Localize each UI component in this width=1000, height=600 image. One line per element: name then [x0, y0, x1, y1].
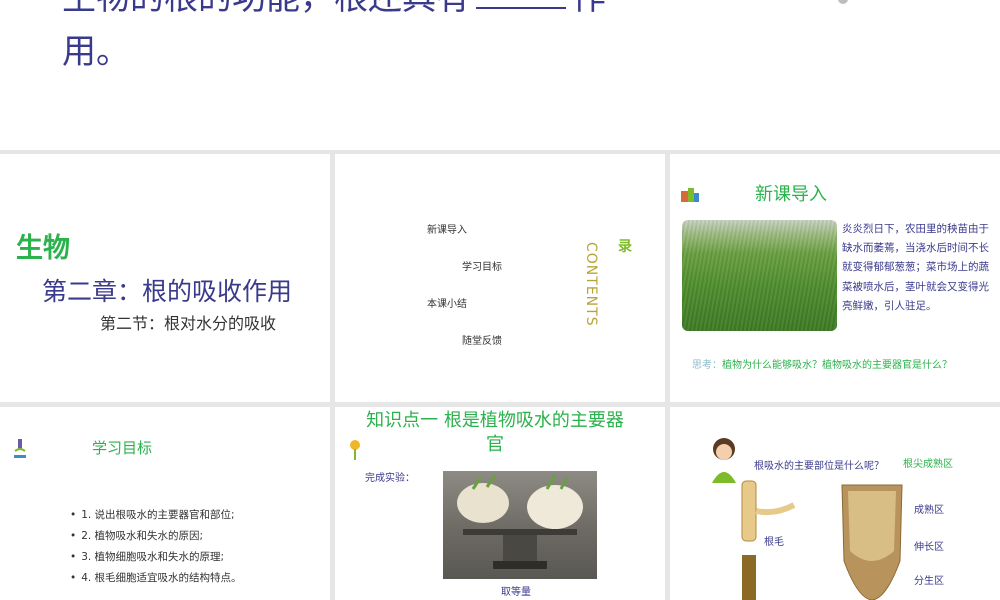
top-text-line2: 用。: [62, 32, 130, 72]
slide-thumbnail-goals[interactable]: 学习目标 1. 说出根吸水的主要器官和部位; 2. 植物吸水和失水的原因; 3.…: [0, 407, 330, 600]
chapter-title: 第二章：根的吸收作用: [42, 277, 293, 306]
zone-label: 分生区: [914, 576, 944, 587]
top-text-pre: 生物的根的功能，根还具有: [62, 0, 470, 18]
list-item: 1. 说出根吸水的主要器官和部位;: [70, 505, 242, 526]
slide-thumbnail-intro[interactable]: 新课导入 炎炎烈日下，农田里的秧苗由于缺水而萎蔫，当浇水后时间不长就变得郁郁葱葱…: [670, 154, 1000, 402]
top-text-post: 作: [572, 0, 606, 18]
contents-heading-vertical: CONTENTS: [583, 242, 599, 327]
list-item: 2. 植物吸水和失水的原因;: [70, 526, 242, 547]
books-icon: [681, 188, 699, 202]
contents-item: 随堂反馈: [462, 336, 502, 347]
flower-icon: [350, 440, 360, 460]
contents-heading-char: 录: [618, 239, 632, 255]
list-item: 3. 植物细胞吸水和失水的原理;: [70, 547, 242, 568]
answer-text: 根尖成熟区: [903, 459, 953, 470]
think-question-line: 思考：植物为什么能够吸水？植物吸水的主要器官是什么？: [692, 356, 952, 371]
question-text: 根吸水的主要部位是什么呢？: [754, 461, 884, 472]
think-question: 植物为什么能够吸水？植物吸水的主要器官是什么？: [722, 360, 952, 371]
top-slide-fragment[interactable]: 生物的根的功能，根还具有 作 用。: [0, 0, 1000, 150]
slide-thumbnail-contents[interactable]: 新课导入 学习目标 本课小结 随堂反馈 录 CONTENTS: [335, 154, 665, 402]
slide-thumbnail-root-tip[interactable]: 根吸水的主要部位是什么呢？ 根尖成熟区 根毛 成熟区 伸长区 分生区: [670, 407, 1000, 600]
slide-title: 学习目标: [92, 439, 153, 457]
slide-thumbnail-knowledge-point[interactable]: 知识点一 根是植物吸水的主要器官 完成实验： 取等量: [335, 407, 665, 600]
section-title: 第二节：根对水分的吸收: [100, 314, 277, 333]
slide-title: 知识点一 根是植物吸水的主要器官: [366, 410, 624, 455]
root-tip-diagram: [841, 484, 903, 600]
list-item: 4. 根毛细胞适宜吸水的结构特点。: [70, 568, 241, 589]
goals-list: 1. 说出根吸水的主要器官和部位; 2. 植物吸水和失水的原因; 3. 植物细胞…: [70, 505, 242, 589]
subject-title: 生物: [16, 233, 70, 264]
zone-label: 成熟区: [914, 505, 944, 516]
intro-paragraph: 炎炎烈日下，农田里的秧苗由于缺水而萎蔫，当浇水后时间不长就变得郁郁葱葱；菜市场上…: [842, 223, 989, 312]
balance-illustration: [457, 474, 583, 569]
contents-item: 学习目标: [462, 262, 502, 273]
balance-experiment-photo: [443, 471, 597, 579]
slide-title: 新课导入: [755, 184, 827, 205]
top-text-line1: 生物的根的功能，根还具有 作: [62, 0, 606, 19]
contents-item: 本课小结: [427, 299, 467, 310]
decorative-mark: [838, 0, 848, 4]
contents-item: 新课导入: [427, 225, 467, 236]
fill-in-blank: [476, 7, 566, 9]
rice-field-photo: [682, 220, 837, 331]
zone-label: 伸长区: [914, 542, 944, 553]
microscope-icon: [14, 439, 26, 458]
experiment-label: 完成实验：: [365, 473, 415, 484]
photo-caption: 取等量: [501, 587, 531, 598]
slide-thumbnail-title[interactable]: 生物 第二章：根的吸收作用 第二节：根对水分的吸收: [0, 154, 330, 402]
root-hair-label: 根毛: [764, 537, 784, 548]
think-label: 思考：: [692, 360, 722, 371]
